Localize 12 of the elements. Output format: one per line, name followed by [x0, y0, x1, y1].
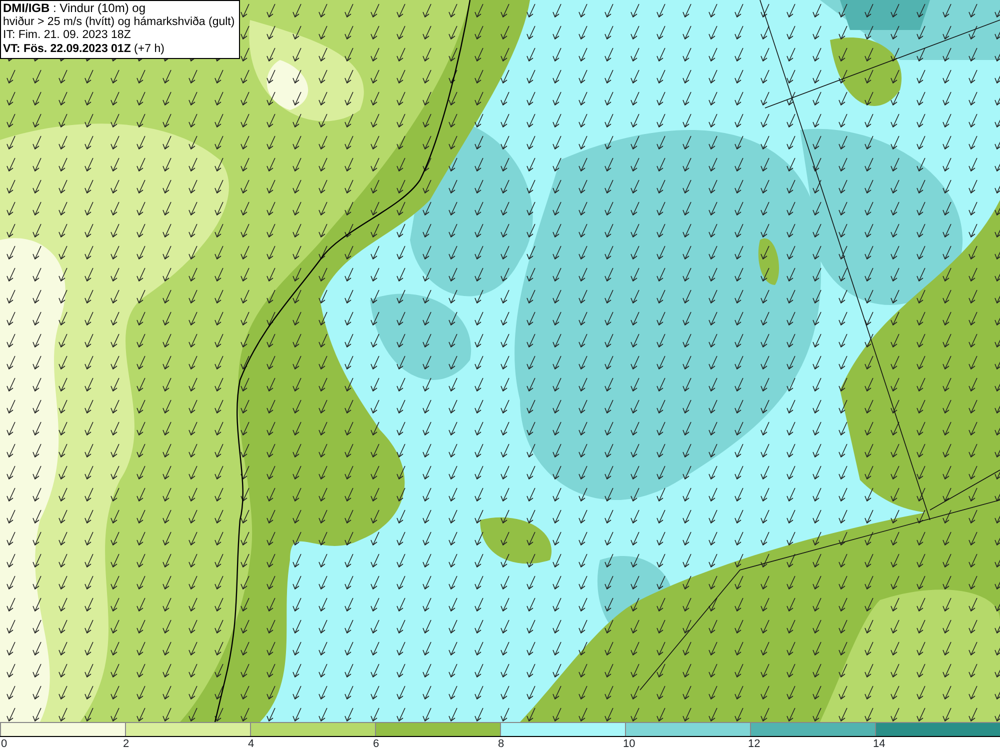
legend-tick-label: 8	[498, 738, 504, 750]
legend-tick-label: 2	[123, 738, 130, 750]
legend-tick-label: 4	[248, 738, 254, 750]
legend-tick-label: 12	[748, 738, 760, 750]
header-line: VT: Fös. 22.09.2023 01Z (+7 h)	[3, 42, 166, 56]
legend-tick-label: 10	[623, 738, 636, 750]
legend-tick-label: 14	[873, 738, 886, 750]
legend-tick-label: 6	[373, 738, 380, 750]
legend-tick-label: 0	[1, 738, 8, 750]
header-line: DMI/IGB : Vindur (10m) og	[3, 2, 146, 16]
header-line: IT: Fim. 21. 09. 2023 18Z	[3, 29, 132, 42]
header-line: hviður > 25 m/s (hvítt) og hámarkshviða (gult)	[3, 16, 235, 29]
